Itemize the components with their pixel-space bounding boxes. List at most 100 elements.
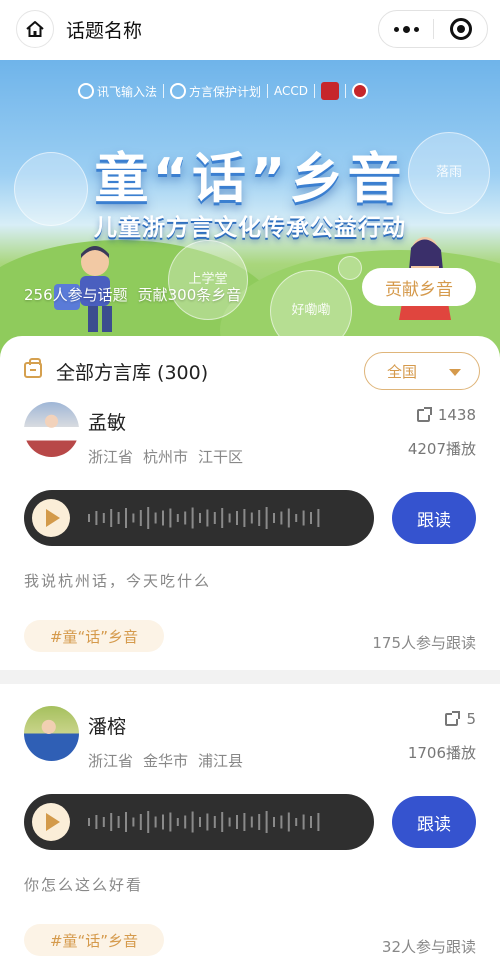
library-title: 全部方言库 (300) <box>56 362 209 384</box>
waveform-bar <box>110 813 113 831</box>
waveform-bar <box>162 814 164 830</box>
target-circle-icon <box>449 18 472 40</box>
waveform-bar <box>102 817 105 827</box>
contribute-voice-button[interactable]: 贡献乡音 <box>362 268 476 306</box>
waveform-bar <box>206 813 209 831</box>
user-location: 浙江省 金华市 浦江县 <box>88 750 243 771</box>
waveform-bar <box>280 511 283 525</box>
waveform-bar <box>88 514 90 522</box>
waveform-bar <box>102 513 105 523</box>
waveform-bar <box>95 815 98 829</box>
waveform-bar <box>317 509 320 527</box>
decorative-bubble <box>338 256 362 280</box>
waveform <box>88 507 320 529</box>
location-district: 浦江县 <box>198 752 244 770</box>
close-mini-program-button[interactable] <box>434 18 487 40</box>
topic-tag[interactable]: #童“话”乡音 <box>24 620 164 652</box>
waveform-bar <box>184 511 187 525</box>
waveform-bar <box>147 811 150 833</box>
location-district: 江干区 <box>198 448 244 466</box>
waveform-bar <box>191 811 194 833</box>
waveform-bar <box>295 514 298 522</box>
play-icon <box>46 509 60 527</box>
more-button[interactable] <box>379 11 433 47</box>
more-dots-icon-center <box>402 25 410 33</box>
waveform-bar <box>139 510 142 526</box>
follow-read-count: 32人参与跟读 <box>381 938 476 956</box>
share-button[interactable]: 1438 <box>416 406 476 424</box>
decorative-bubble <box>14 152 88 226</box>
share-icon <box>445 710 461 726</box>
waveform-bar <box>95 511 98 525</box>
home-button[interactable] <box>16 10 54 48</box>
waveform-bar <box>213 816 216 828</box>
waveform-bar <box>154 512 157 524</box>
waveform-bar <box>228 513 231 523</box>
dialect-library-card: 全部方言库 (300) 全国 孟敏 浙江省 杭州市 江干区 1438 4207播… <box>0 336 500 971</box>
user-name[interactable]: 潘榕 <box>88 712 126 739</box>
waveform-bar <box>243 813 246 831</box>
waveform-bar <box>154 816 157 828</box>
waveform-bar <box>273 817 275 827</box>
waveform-bar <box>258 510 261 526</box>
share-icon <box>416 406 432 422</box>
topic-banner: 讯飞输入法 方言保护计划 ACCD 童“话”乡音 儿童浙方言文化传承公益行动 落… <box>0 60 500 360</box>
waveform-bar <box>162 510 164 526</box>
audio-player[interactable] <box>24 794 374 850</box>
region-select[interactable]: 全国 <box>364 352 480 390</box>
waveform-bar <box>295 818 298 826</box>
library-header: 全部方言库 (300) 全国 <box>0 346 500 390</box>
sponsor-logo-red <box>321 82 340 100</box>
user-name[interactable]: 孟敏 <box>88 408 126 435</box>
avatar[interactable] <box>24 706 79 761</box>
waveform-bar <box>236 815 238 829</box>
waveform-bar <box>176 818 179 826</box>
waveform-bar <box>265 811 268 833</box>
waveform-bar <box>310 512 312 524</box>
waveform-bar <box>258 814 261 830</box>
waveform-bar <box>132 817 135 827</box>
share-button[interactable]: 5 <box>445 710 476 728</box>
mini-program-capsule <box>378 10 488 48</box>
location-province: 浙江省 <box>88 448 134 466</box>
region-select-value: 全国 <box>387 362 418 381</box>
waveform-bar <box>117 512 120 524</box>
navigation-bar: 话题名称 <box>0 0 500 60</box>
waveform-bar <box>139 814 142 830</box>
waveform-bar <box>184 815 187 829</box>
more-dots-icon <box>393 26 399 32</box>
share-count: 5 <box>466 710 476 728</box>
location-city: 金华市 <box>143 752 189 770</box>
sponsor-logos: 讯飞输入法 方言保护计划 ACCD <box>78 82 369 100</box>
post-text: 我说杭州话，今天吃什么 <box>24 572 212 590</box>
user-location: 浙江省 杭州市 江干区 <box>88 446 243 467</box>
waveform-bar <box>213 512 216 524</box>
post-text: 你怎么这么好看 <box>24 876 144 894</box>
play-button[interactable] <box>32 499 70 537</box>
follow-read-button[interactable]: 跟读 <box>392 796 476 848</box>
section-divider <box>0 670 500 684</box>
follow-read-button[interactable]: 跟读 <box>392 492 476 544</box>
waveform-bar <box>199 817 201 827</box>
decorative-bubble: 落雨 <box>408 132 490 214</box>
waveform-bar <box>243 509 246 527</box>
play-button[interactable] <box>32 803 70 841</box>
waveform-bar <box>125 508 127 528</box>
play-icon <box>46 813 60 831</box>
avatar[interactable] <box>24 402 79 457</box>
waveform-bar <box>117 816 120 828</box>
waveform-bar <box>236 511 238 525</box>
waveform-bar <box>199 513 201 523</box>
waveform-bar <box>317 813 320 831</box>
waveform-bar <box>287 812 290 832</box>
waveform-bar <box>221 508 224 528</box>
audio-player[interactable] <box>24 490 374 546</box>
topic-stats: 256人参与话题 贡献300条乡音 <box>24 284 241 305</box>
topic-tag[interactable]: #童“话”乡音 <box>24 924 164 956</box>
waveform-bar <box>250 512 253 524</box>
location-province: 浙江省 <box>88 752 134 770</box>
waveform-bar <box>273 513 275 523</box>
waveform-bar <box>147 507 150 529</box>
sponsor-logo: 讯飞输入法 <box>78 83 157 100</box>
topic-page: 话题名称 讯飞输入法 方言保护计划 ACCD 童“话”乡音 儿童浙方言文化传承公… <box>0 0 500 971</box>
